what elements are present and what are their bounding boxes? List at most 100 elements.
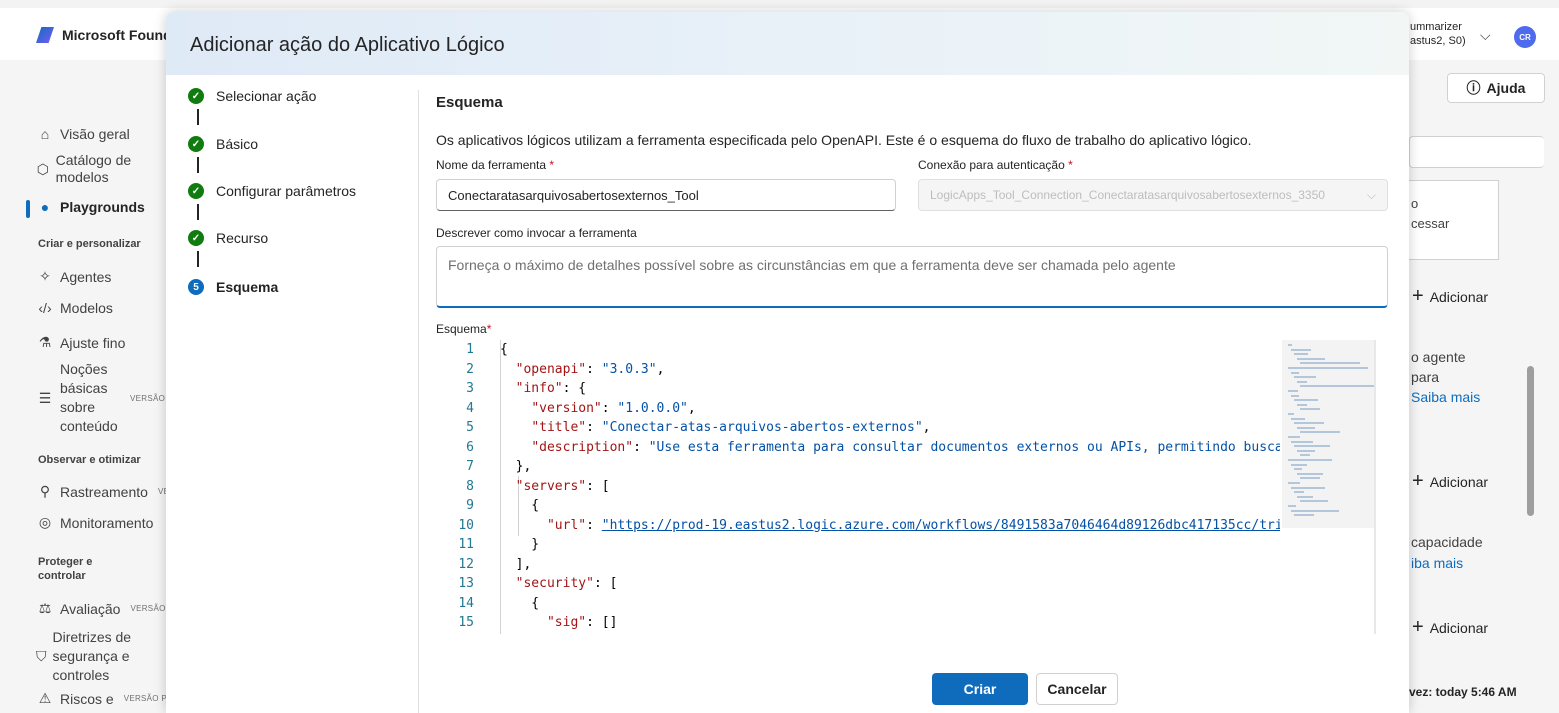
code-line: "security": [ xyxy=(515,576,618,591)
sidebar-item-label: Diretrizes de segurança e controles xyxy=(52,629,132,683)
line-number: 1 xyxy=(466,342,474,357)
sidebar-item-label: Ajuste fino xyxy=(60,334,126,351)
create-button[interactable]: Criar xyxy=(932,673,1028,705)
describe-textarea[interactable]: Forneça o máximo de detalhes possível so… xyxy=(436,246,1388,308)
sidebar-item-models[interactable]: ‹/› Modelos xyxy=(36,300,113,316)
check-icon: ✓ xyxy=(188,88,204,104)
active-indicator xyxy=(26,200,30,218)
step-label: Básico xyxy=(216,136,259,152)
minimap-line xyxy=(1291,394,1299,397)
sidebar-item-tracing[interactable]: ⚲ Rastreamento VE xyxy=(36,483,169,500)
sidebar-item-evaluation[interactable]: ⚖ Avaliação VERSÃO xyxy=(36,600,166,617)
schema-label: Esquema* xyxy=(436,322,491,336)
scrollbar[interactable] xyxy=(1527,366,1534,516)
step-resource[interactable]: ✓ Recurso xyxy=(188,230,268,246)
step-basics[interactable]: ✓ Básico xyxy=(188,136,258,152)
code-line: "sig": [] xyxy=(546,615,618,630)
rp-text: para xyxy=(1411,369,1440,385)
sidebar-item-risks[interactable]: ⚠ Riscos e VERSÃO PR xyxy=(36,690,173,707)
minimap-line xyxy=(1294,491,1304,494)
minimap-line xyxy=(1288,436,1300,438)
section-title: Esquema xyxy=(436,94,503,111)
code-line: { xyxy=(500,342,508,357)
add-button[interactable]: + Adicionar xyxy=(1412,616,1488,639)
describe-label: Descrever como invocar a ferramenta xyxy=(436,226,637,240)
line-number: 2 xyxy=(466,361,474,377)
minimap-line xyxy=(1288,367,1368,369)
plus-icon: + xyxy=(1412,616,1424,638)
minimap-line xyxy=(1294,445,1330,448)
plus-icon: + xyxy=(1412,285,1424,307)
minimap[interactable] xyxy=(1282,340,1376,528)
learn-more-link[interactable]: Saiba mais xyxy=(1411,389,1480,405)
step-connector xyxy=(197,157,199,173)
minimap-line xyxy=(1291,371,1299,374)
sidebar-item-safety[interactable]: ⛉ Diretrizes de segurança e controles xyxy=(36,628,161,685)
step-configure-params[interactable]: ✓ Configurar parâmetros xyxy=(188,183,356,199)
check-icon: ✓ xyxy=(188,230,204,246)
cancel-button[interactable]: Cancelar xyxy=(1036,673,1118,705)
line-number: 14 xyxy=(458,595,474,611)
sidebar-item-catalog[interactable]: ⬡ Catálogo de modelos xyxy=(36,152,156,186)
help-button[interactable]: ⓘ Ajuda xyxy=(1447,73,1545,103)
tool-name-input[interactable]: Conectaratasarquivosabertosexternos_Tool xyxy=(436,179,896,211)
connection-dropdown[interactable]: LogicApps_Tool_Connection_Conectaratasar… xyxy=(918,179,1388,211)
code-line: "info": { xyxy=(515,381,587,396)
code-icon: ‹/› xyxy=(38,300,52,316)
sidebar-item-playgrounds[interactable]: ● Playgrounds xyxy=(36,199,145,215)
line-number: 11 xyxy=(458,537,474,552)
label-text: Conexão para autenticação xyxy=(918,158,1065,172)
schema-code-editor[interactable]: 1 2 3 4 5 6 7 8 9 10 11 12 13 14 15 { "openapi": "3.0.… xyxy=(436,340,1376,634)
sidebar-item-agents[interactable]: ✧ Agentes xyxy=(36,268,111,285)
brand[interactable]: Microsoft Foundry xyxy=(36,27,185,43)
minimap-line xyxy=(1297,472,1323,475)
section-protect: Proteger e controlar xyxy=(38,556,93,582)
minimap-line xyxy=(1300,454,1310,457)
minimap-line xyxy=(1297,357,1325,360)
add-button[interactable]: + Adicionar xyxy=(1412,285,1488,308)
sidebar-item-monitoring[interactable]: ◎ Monitoramento xyxy=(36,514,154,531)
editor-scrollbar[interactable] xyxy=(1374,340,1376,634)
minimap-line xyxy=(1294,468,1302,471)
minimap-line xyxy=(1291,509,1339,512)
step-label: Selecionar ação xyxy=(216,88,317,104)
user-region: astus2, S0) xyxy=(1410,35,1466,47)
check-icon: ✓ xyxy=(188,183,204,199)
connection-label: Conexão para autenticação * xyxy=(918,158,1073,172)
step-schema[interactable]: 5 Esquema xyxy=(188,279,278,295)
user-info[interactable]: ummarizer astus2, S0) xyxy=(1410,20,1466,48)
sidebar-item-label: Catálogo de modelos xyxy=(55,152,132,185)
add-button[interactable]: + Adicionar xyxy=(1412,470,1488,493)
code-line: "description": "Use esta ferramenta para… xyxy=(531,439,1280,455)
chevron-down-icon: ⌵ xyxy=(1366,187,1376,202)
line-number: 5 xyxy=(466,420,474,435)
minimap-line xyxy=(1300,362,1360,365)
code-line: "openapi": "3.0.3", xyxy=(515,361,665,377)
code-line: ], xyxy=(500,556,532,572)
sidebar-item-label: Visão geral xyxy=(60,126,130,142)
sidebar-item-finetune[interactable]: ⚗ Ajuste fino xyxy=(36,334,126,351)
minimap-line xyxy=(1300,408,1320,411)
minimap-line xyxy=(1291,486,1325,489)
step-select-action[interactable]: ✓ Selecionar ação xyxy=(188,88,316,104)
minimap-line xyxy=(1297,449,1315,452)
minimap-line xyxy=(1300,431,1340,434)
minimap-line xyxy=(1297,380,1307,383)
minimap-line xyxy=(1291,348,1311,351)
required-marker: * xyxy=(486,322,492,336)
code-content[interactable]: { "openapi": "3.0.3", "info": { "version… xyxy=(500,340,1280,633)
minimap-line xyxy=(1297,426,1315,429)
section-observe: Observar e otimizar xyxy=(38,454,141,466)
rp-text: cessar xyxy=(1411,216,1450,231)
chevron-down-icon[interactable]: ⌵ xyxy=(1480,27,1491,44)
sidebar-item-content-basics[interactable]: ☰ Noções básicas sobre conteúdo VERSÃO xyxy=(36,360,166,436)
risk-icon: ⚠ xyxy=(38,690,52,706)
sidebar-item-overview[interactable]: ⌂ Visão geral xyxy=(36,126,130,142)
line-number: 8 xyxy=(466,478,474,494)
learn-more-link[interactable]: iba mais xyxy=(1411,555,1463,571)
rp-text: o xyxy=(1411,196,1419,211)
minimap-line xyxy=(1291,440,1313,443)
right-panel-input[interactable] xyxy=(1409,136,1544,168)
avatar[interactable]: CR xyxy=(1514,26,1536,48)
minimap-line xyxy=(1294,422,1324,425)
